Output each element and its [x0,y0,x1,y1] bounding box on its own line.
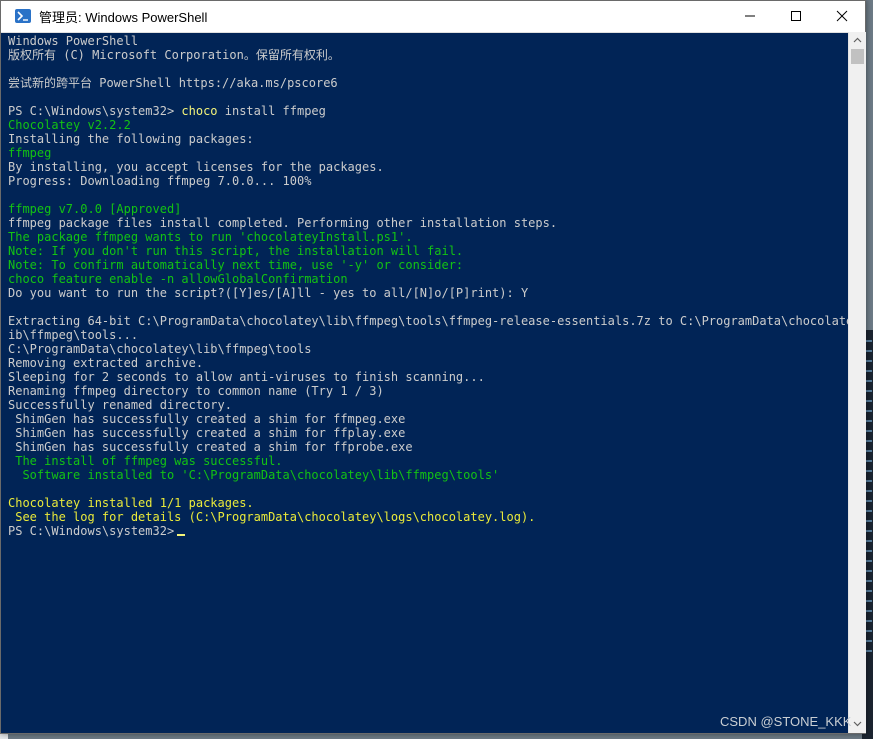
console-line: ffmpeg [8,146,848,160]
console-line: Do you want to run the script?([Y]es/[A]… [8,286,848,300]
console-command: choco [181,104,218,118]
console-text: By installing, you accept licenses for t… [8,160,384,174]
console-text: Note: To confirm automatically next time… [8,258,464,272]
console-line: PS C:\Windows\system32> [8,524,848,538]
console-line: Software installed to 'C:\ProgramData\ch… [8,468,848,482]
console-line: By installing, you accept licenses for t… [8,160,848,174]
console-line: Renaming ffmpeg directory to common name… [8,384,848,398]
console-line: ShimGen has successfully created a shim … [8,426,848,440]
console-text: Windows PowerShell [8,34,139,48]
console-line: C:\ProgramData\chocolatey\lib\ffmpeg\too… [8,342,848,356]
title-bar[interactable]: 管理员: Windows PowerShell [1,1,865,33]
chevron-down-icon [853,721,862,727]
console-line: Note: To confirm automatically next time… [8,258,848,272]
console-line: Chocolatey v2.2.2 [8,118,848,132]
console-line: 版权所有 (C) Microsoft Corporation。保留所有权利。 [8,48,848,62]
console-text: ShimGen has successfully created a shim … [8,440,413,454]
console-line: ShimGen has successfully created a shim … [8,440,848,454]
watermark: CSDN @STONE_KKK [720,714,852,729]
console-text: 版权所有 (C) Microsoft Corporation。保留所有权利。 [8,48,340,62]
console-text: Installing the following packages: [8,132,254,146]
console-text: C:\ProgramData\chocolatey\lib\ffmpeg\too… [8,342,312,356]
vertical-scrollbar[interactable] [848,32,866,733]
console-text: ShimGen has successfully created a shim … [8,426,406,440]
console-prompt: PS C:\Windows\system32> [8,524,182,538]
close-icon [836,10,848,22]
console-line: The package ffmpeg wants to run 'chocola… [8,230,848,244]
chevron-up-icon [853,37,862,43]
minimize-button[interactable] [727,1,773,31]
console-prompt: PS C:\Windows\system32> [8,104,182,118]
console-line: ib\ffmpeg\tools... [8,328,848,342]
console-text: Progress: Downloading ffmpeg 7.0.0... 10… [8,174,312,188]
console-command-args: install ffmpeg [217,104,326,118]
console-text: Software installed to 'C:\ProgramData\ch… [8,468,500,482]
powershell-icon[interactable] [15,9,31,23]
console-text: See the log for details (C:\ProgramData\… [8,510,536,524]
window-title: 管理员: Windows PowerShell [39,10,208,25]
maximize-icon [791,11,801,21]
console-text: ffmpeg v7.0.0 [Approved] [8,202,182,216]
console-text: Renaming ffmpeg directory to common name… [8,384,384,398]
console-line: The install of ffmpeg was successful. [8,454,848,468]
console-line: ffmpeg v7.0.0 [Approved] [8,202,848,216]
console-line: See the log for details (C:\ProgramData\… [8,510,848,524]
scroll-down-button[interactable] [849,716,866,733]
console-text: The package ffmpeg wants to run 'chocola… [8,230,413,244]
console-line: Windows PowerShell [8,34,848,48]
console-text: The install of ffmpeg was successful. [8,454,283,468]
console-text: Chocolatey installed 1/1 packages. [8,496,254,510]
console-text: ib\ffmpeg\tools... [8,328,139,342]
maximize-button[interactable] [773,1,819,31]
console-line: Extracting 64-bit C:\ProgramData\chocola… [8,314,848,328]
console-output[interactable]: Windows PowerShell 版权所有 (C) Microsoft Cor… [8,34,848,730]
console-line: Successfully renamed directory. [8,398,848,412]
text-cursor [177,534,186,536]
minimize-icon [745,15,755,17]
console-text: Chocolatey v2.2.2 [8,118,131,132]
console-line: Sleeping for 2 seconds to allow anti-vir… [8,370,848,384]
console-line: Progress: Downloading ffmpeg 7.0.0... 10… [8,174,848,188]
console-text: Do you want to run the script?([Y]es/[A]… [8,286,529,300]
console-text: choco feature enable -n allowGlobalConfi… [8,272,348,286]
console-text: Note: If you don't run this script, the … [8,244,464,258]
close-button[interactable] [819,1,865,31]
console-text: ffmpeg [8,146,52,160]
console-line: 尝试新的跨平台 PowerShell https://aka.ms/pscore… [8,76,848,90]
powershell-window: 管理员: Windows PowerShell Windows PowerShe… [0,0,866,734]
console-text: Sleeping for 2 seconds to allow anti-vir… [8,370,485,384]
console-line: ShimGen has successfully created a shim … [8,412,848,426]
console-text: ShimGen has successfully created a shim … [8,412,406,426]
console-line: Removing extracted archive. [8,356,848,370]
console-line: PS C:\Windows\system32> choco install ff… [8,104,848,118]
console-line: Chocolatey installed 1/1 packages. [8,496,848,510]
console-text: ffmpeg package files install completed. … [8,216,558,230]
console-line: Installing the following packages: [8,132,848,146]
console-line: choco feature enable -n allowGlobalConfi… [8,272,848,286]
console-text: 尝试新的跨平台 PowerShell https://aka.ms/pscore… [8,76,338,90]
console-line: ffmpeg package files install completed. … [8,216,848,230]
console-line: Note: If you don't run this script, the … [8,244,848,258]
console-text: Extracting 64-bit C:\ProgramData\chocola… [8,314,848,328]
scroll-up-button[interactable] [849,32,866,49]
console-text: Successfully renamed directory. [8,398,232,412]
scroll-thumb[interactable] [851,49,864,64]
console-text: Removing extracted archive. [8,356,204,370]
